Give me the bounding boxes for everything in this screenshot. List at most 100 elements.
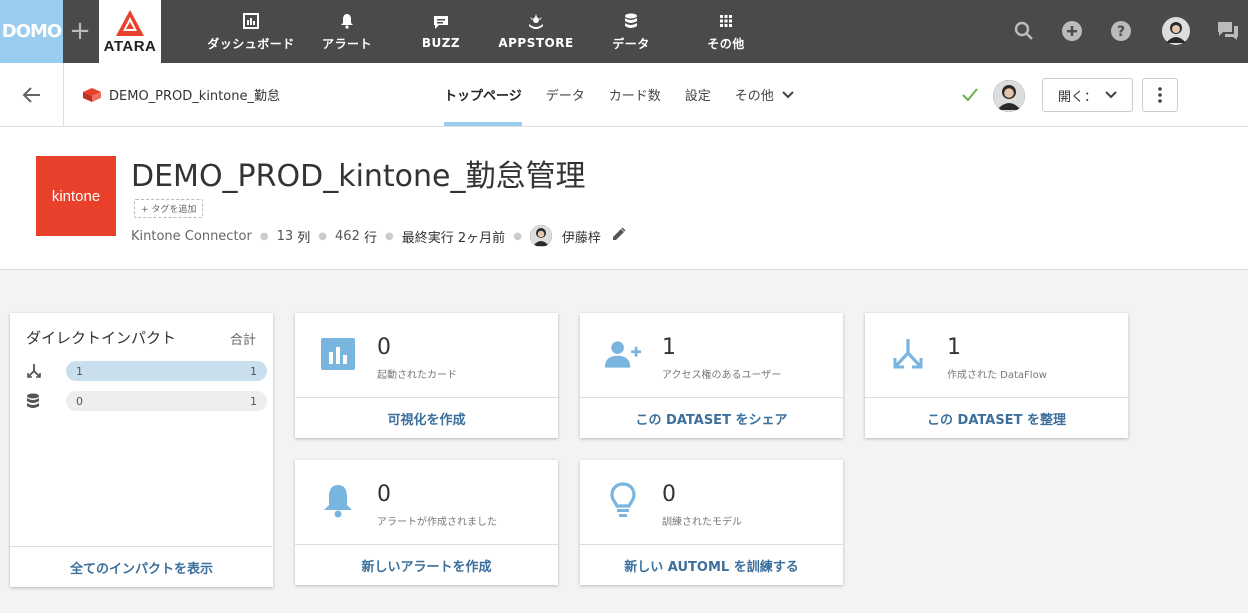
dataset-header: kintone DEMO_PROD_kintone_勤怠管理 + タグを追加 K… (0, 127, 1248, 270)
chat-icon (432, 13, 450, 31)
chevron-down-icon (782, 90, 794, 98)
stat-label: 作成された DataFlow (947, 370, 1047, 381)
alerts-stat-card: 0 アラートが作成されました 新しいアラートを作成 (295, 460, 558, 585)
users-stat-card: 1 アクセス権のあるユーザー この DATASET をシェア (580, 313, 843, 438)
tab-data[interactable]: データ (546, 63, 585, 126)
stat-number: 0 (662, 482, 676, 507)
share-dataset-link[interactable]: この DATASET をシェア (580, 397, 843, 438)
last-run-label: 最終実行 (401, 230, 454, 246)
help-icon[interactable]: ? (1108, 16, 1134, 46)
last-run-value: 2ヶ月前 (457, 230, 506, 246)
impact-value: 1 (76, 364, 83, 378)
create-visualization-link[interactable]: 可視化を作成 (295, 397, 558, 438)
domo-logo[interactable]: DOMO (0, 0, 63, 63)
grid-icon (717, 12, 735, 30)
tab-data-label: データ (545, 89, 585, 104)
dataset-tabs: トップページ データ カード数 設定 その他 (444, 63, 818, 126)
top-navigation-bar: DOMO + ATARA ダッシュボード アラート BUZZ APPSTORE (0, 0, 1248, 63)
nav-appstore-label: APPSTORE (498, 36, 574, 50)
dataset-meta: Kintone Connector ● 13 列 ● 462 行 ● 最終実行 … (131, 225, 626, 247)
tab-cards-label: カード数 (608, 89, 661, 104)
direct-impact-total-label: 合計 (229, 333, 256, 348)
appstore-icon (527, 13, 545, 31)
stat-number: 0 (377, 335, 391, 360)
status-check-icon (962, 87, 978, 107)
search-icon[interactable] (1011, 16, 1037, 46)
stat-number: 1 (662, 335, 676, 360)
stat-number: 0 (377, 482, 391, 507)
tab-settings[interactable]: 設定 (685, 63, 711, 126)
tab-cards[interactable]: カード数 (609, 63, 661, 126)
owner-name[interactable]: 伊藤梓 (562, 227, 601, 246)
meta-separator: ● (259, 230, 269, 242)
bell-icon (319, 482, 357, 520)
direct-impact-panel: ダイレクトインパクト 合計 1 1 0 1 全てのインパクトを表示 (10, 313, 273, 587)
impact-bar: 0 1 (66, 391, 267, 411)
dataflow-icon (26, 361, 48, 381)
dataset-breadcrumb: DEMO_PROD_kintone_勤怠 (82, 85, 280, 104)
database-icon (622, 12, 640, 30)
tab-more-label: その他 (734, 89, 774, 104)
nav-alerts[interactable]: アラート (316, 0, 378, 63)
open-button-label: 開く： (1057, 89, 1097, 105)
nav-data-label: データ (612, 36, 650, 51)
add-circle-icon[interactable] (1059, 16, 1085, 46)
impact-value: 0 (76, 394, 83, 408)
meta-separator: ● (318, 230, 328, 242)
cards-stat-card: 0 起動されたカード 可視化を作成 (295, 313, 558, 438)
rows-unit: 行 (364, 230, 378, 246)
atara-mark-icon (116, 9, 144, 36)
view-all-impacts-link[interactable]: 全てのインパクトを表示 (10, 546, 273, 587)
tab-more[interactable]: その他 (735, 63, 794, 126)
nav-more[interactable]: その他 (700, 0, 752, 63)
nav-alerts-label: アラート (321, 36, 372, 51)
back-button[interactable] (0, 63, 64, 126)
add-app-plus-icon[interactable]: + (66, 16, 94, 46)
create-alert-link[interactable]: 新しいアラートを作成 (295, 544, 558, 585)
nav-dashboard[interactable]: ダッシュボード (204, 0, 298, 63)
owner-avatar-small[interactable] (529, 225, 552, 247)
stat-label: 起動されたカード (377, 370, 457, 381)
meta-separator: ● (513, 230, 522, 242)
dataset-breadcrumb-name: DEMO_PROD_kintone_勤怠 (109, 89, 280, 104)
nav-buzz[interactable]: BUZZ (416, 0, 466, 63)
edit-pencil-icon[interactable] (611, 226, 626, 246)
lightbulb-icon (604, 482, 642, 520)
impact-row[interactable]: 0 1 (26, 391, 267, 411)
dashboard-icon (242, 12, 260, 30)
kebab-menu-icon (1158, 87, 1162, 103)
nav-buzz-label: BUZZ (421, 36, 461, 50)
impact-row[interactable]: 1 1 (26, 361, 267, 381)
stat-label: 訓練されたモデル (662, 517, 742, 528)
models-stat-card: 0 訓練されたモデル 新しい AUTOML を訓練する (580, 460, 843, 585)
kintone-logo: kintone (36, 156, 116, 236)
bell-icon (338, 12, 356, 30)
user-avatar[interactable] (1161, 16, 1191, 46)
train-automl-link[interactable]: 新しい AUTOML を訓練する (580, 544, 843, 585)
atara-logo-text: ATARA (103, 37, 157, 55)
impact-bar: 1 1 (66, 361, 267, 381)
arrow-left-icon (22, 86, 40, 103)
owner-avatar[interactable] (993, 80, 1025, 112)
dataset-cube-icon (83, 87, 101, 102)
chevron-down-icon (1105, 91, 1117, 99)
stat-label: アラートが作成されました (377, 517, 497, 528)
nav-data[interactable]: データ (606, 0, 656, 63)
connector-name: Kintone Connector (131, 228, 252, 244)
open-button[interactable]: 開く： (1042, 78, 1133, 112)
nav-dashboard-label: ダッシュボード (207, 36, 295, 51)
nav-appstore[interactable]: APPSTORE (498, 0, 574, 63)
atara-logo[interactable]: ATARA (99, 0, 161, 63)
add-tag-button[interactable]: + タグを追加 (134, 199, 204, 218)
tab-settings-label: 設定 (684, 89, 711, 104)
direct-impact-title: ダイレクトインパクト (26, 329, 177, 347)
chat-panel-icon[interactable] (1214, 16, 1242, 46)
stat-label: アクセス権のあるユーザー (662, 370, 782, 381)
database-icon (26, 391, 48, 411)
dataflow-icon (889, 335, 927, 373)
impact-total: 1 (250, 364, 257, 378)
tab-overview[interactable]: トップページ (444, 63, 522, 126)
more-options-button[interactable] (1142, 78, 1178, 112)
nav-more-label: その他 (707, 36, 745, 51)
organize-dataset-link[interactable]: この DATASET を整理 (865, 397, 1128, 438)
